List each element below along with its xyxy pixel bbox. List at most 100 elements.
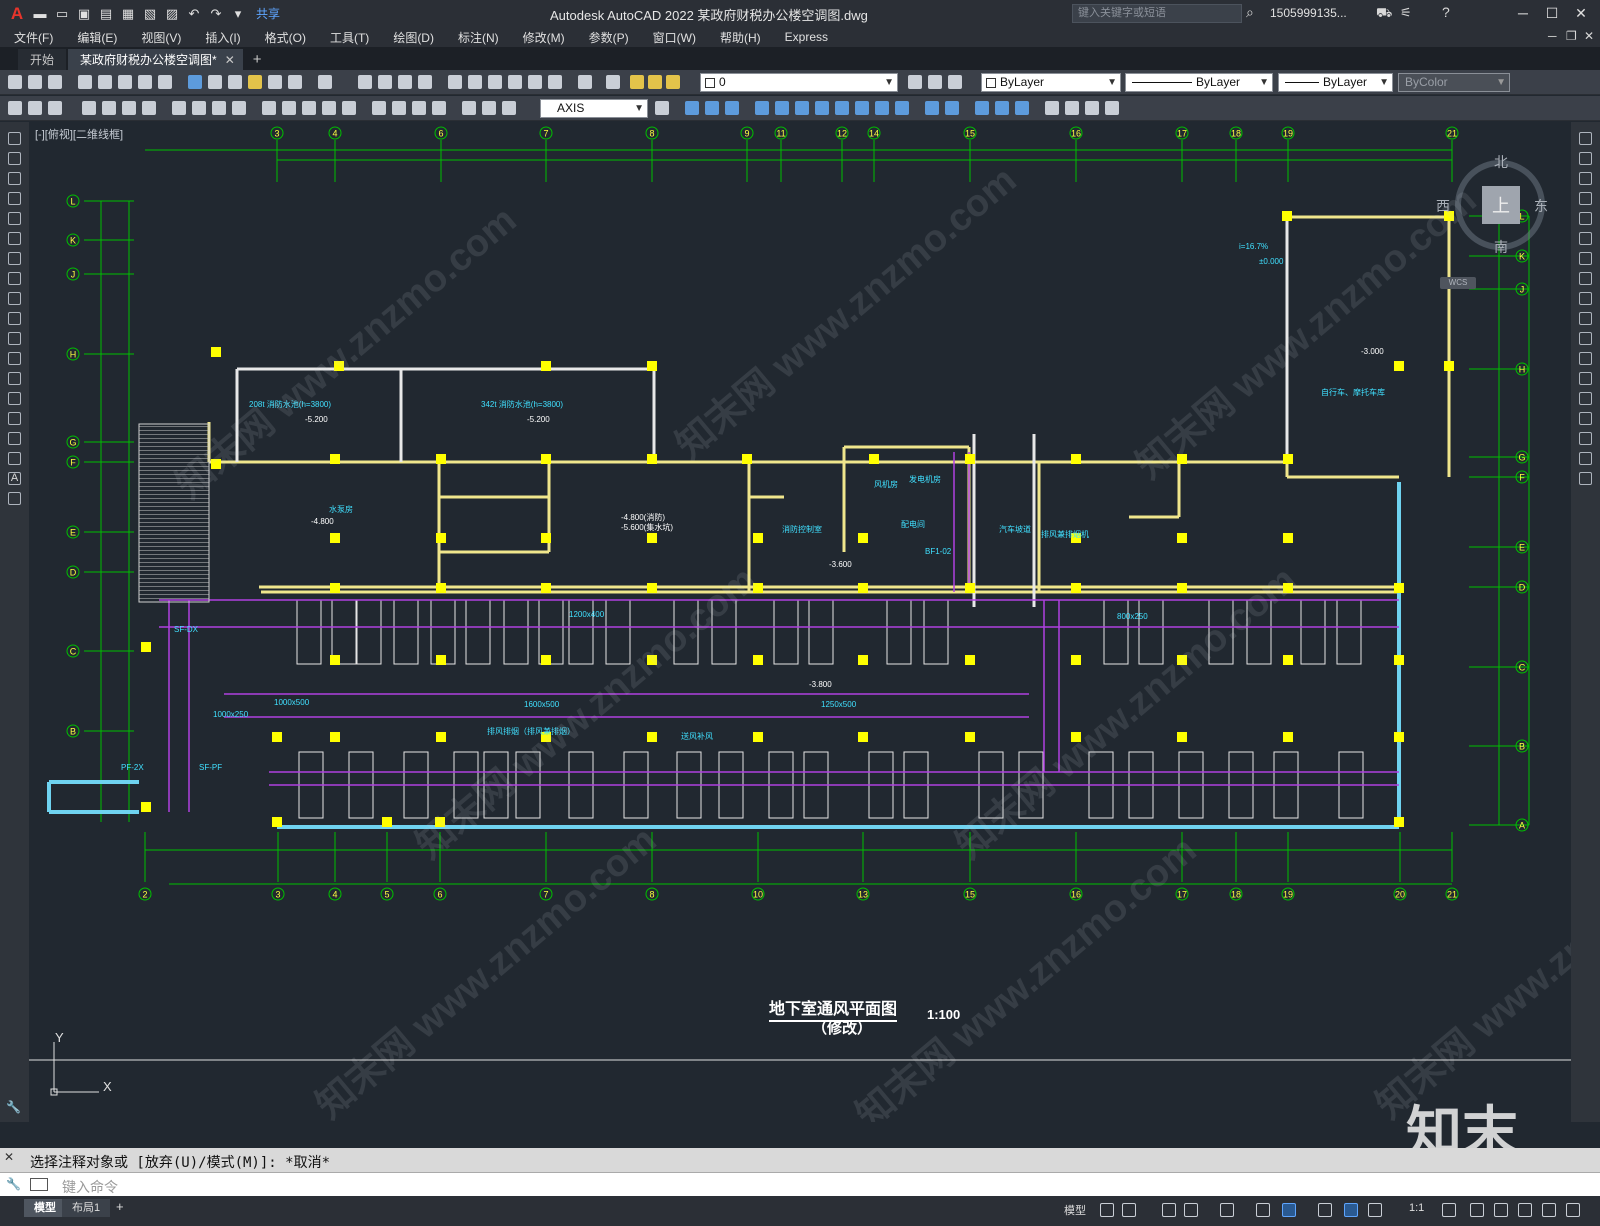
layer-lock-icon[interactable]	[666, 75, 680, 89]
color-dropdown[interactable]: ByLayer ▼	[981, 73, 1121, 92]
match-prop-icon[interactable]	[248, 75, 262, 89]
units-icon[interactable]	[1494, 1203, 1508, 1217]
radius-dim-icon[interactable]	[172, 101, 186, 115]
dwf-icon[interactable]	[138, 75, 152, 89]
fillet-icon[interactable]	[995, 101, 1009, 115]
hatch-icon[interactable]	[8, 101, 22, 115]
preview-icon[interactable]	[98, 75, 112, 89]
auto-scale-icon[interactable]	[1368, 1203, 1382, 1217]
search-input[interactable]: 键入关键字或短语	[1072, 4, 1242, 23]
right-mirror-icon[interactable]	[1579, 172, 1592, 185]
right-join-icon[interactable]	[1579, 392, 1592, 405]
tab-layout1[interactable]: 布局1	[62, 1199, 111, 1217]
offset-icon[interactable]	[755, 101, 769, 115]
rotate-icon[interactable]	[815, 101, 829, 115]
compass-north[interactable]: 北	[1494, 152, 1508, 172]
isodraft-icon[interactable]	[1220, 1203, 1234, 1217]
3d-dwf-icon[interactable]	[158, 75, 172, 89]
tolerance-icon[interactable]	[372, 101, 386, 115]
multiline-text-icon[interactable]: A	[8, 472, 21, 485]
layer-previous-icon[interactable]	[928, 75, 942, 89]
redo-icon[interactable]: ↷	[206, 5, 226, 23]
copy-icon[interactable]	[208, 75, 222, 89]
right-stretch-icon[interactable]	[1579, 292, 1592, 305]
toolbar-undo-icon[interactable]	[288, 75, 302, 89]
right-extend-icon[interactable]	[1579, 332, 1592, 345]
layer-freeze-icon[interactable]	[648, 75, 662, 89]
ortho-icon[interactable]	[1162, 1203, 1176, 1217]
center-mark-icon[interactable]	[392, 101, 406, 115]
print-icon[interactable]: ▨	[162, 5, 182, 23]
block-editor-icon[interactable]	[268, 75, 282, 89]
continue-dim-icon[interactable]	[302, 101, 316, 115]
open-file-icon[interactable]: ▭	[52, 5, 72, 23]
construction-line-icon[interactable]	[8, 152, 21, 165]
right-copy-icon[interactable]	[1579, 152, 1592, 165]
right-offset-icon[interactable]	[1579, 192, 1592, 205]
toolbar-redo-icon[interactable]	[318, 75, 332, 89]
chamfer-icon[interactable]	[975, 101, 989, 115]
plot-icon[interactable]	[78, 75, 92, 89]
right-erase-icon[interactable]	[1579, 132, 1592, 145]
wcs-menu[interactable]: WCS	[1440, 277, 1476, 289]
new-icon[interactable]	[8, 75, 22, 89]
menu-insert[interactable]: 插入(I)	[205, 29, 240, 46]
add-layout-icon[interactable]: +	[116, 1199, 124, 1214]
dim-break-icon[interactable]	[342, 101, 356, 115]
diameter-dim-icon[interactable]	[212, 101, 226, 115]
menu-draw[interactable]: 绘图(D)	[393, 29, 434, 46]
layer-properties-icon[interactable]	[606, 75, 620, 89]
tab-model[interactable]: 模型	[24, 1199, 66, 1217]
trim-icon[interactable]	[875, 101, 889, 115]
layer-on-icon[interactable]	[630, 75, 644, 89]
extend-icon[interactable]	[895, 101, 909, 115]
user-name[interactable]: 1505999135...	[1270, 6, 1347, 20]
draworder-above-icon[interactable]	[1085, 101, 1099, 115]
circle-icon[interactable]	[8, 252, 21, 265]
arc-icon[interactable]	[8, 232, 21, 245]
view-cube[interactable]: 上 北 南 东 西	[1436, 142, 1558, 258]
dim-update-icon[interactable]	[502, 101, 516, 115]
compass-south[interactable]: 南	[1494, 237, 1508, 257]
insert-block-icon[interactable]	[8, 352, 21, 365]
doc-close-icon[interactable]: ✕	[1584, 29, 1594, 43]
osnap-tracking-icon[interactable]	[1256, 1203, 1270, 1217]
grid-icon[interactable]	[1100, 1203, 1114, 1217]
stretch-icon[interactable]	[855, 101, 869, 115]
region-icon[interactable]	[48, 101, 62, 115]
polygon-icon[interactable]	[8, 192, 21, 205]
revcloud-icon[interactable]	[8, 272, 21, 285]
tab-drawing[interactable]: 某政府财税办公楼空调图* ✕	[68, 49, 243, 70]
jogged-dim-icon[interactable]	[192, 101, 206, 115]
right-break-icon[interactable]	[1579, 372, 1592, 385]
make-block-icon[interactable]	[8, 372, 21, 385]
baseline-dim-icon[interactable]	[282, 101, 296, 115]
toolbar-help-icon[interactable]	[578, 75, 592, 89]
zoom-realtime-icon[interactable]	[378, 75, 392, 89]
draworder-under-icon[interactable]	[1105, 101, 1119, 115]
doc-restore-icon[interactable]: ❐	[1566, 29, 1577, 43]
menu-tools[interactable]: 工具(T)	[330, 29, 369, 46]
draworder-front-icon[interactable]	[1045, 101, 1059, 115]
lineweight-dropdown[interactable]: ByLayer ▼	[1278, 73, 1393, 92]
rectangle-icon[interactable]	[8, 212, 21, 225]
maximize-icon[interactable]: ☐	[1541, 2, 1563, 24]
save-icon[interactable]: ▣	[74, 5, 94, 23]
close-tab-icon[interactable]: ✕	[225, 53, 235, 67]
polyline-icon[interactable]	[8, 172, 21, 185]
zoom-window-icon[interactable]	[398, 75, 412, 89]
left-gradient-icon[interactable]	[8, 432, 21, 445]
sheet-set-icon[interactable]	[508, 75, 522, 89]
menu-modify[interactable]: 修改(M)	[523, 29, 565, 46]
move-icon[interactable]	[795, 101, 809, 115]
compass-west[interactable]: 西	[1436, 196, 1450, 216]
share-button[interactable]: 共享	[256, 5, 280, 22]
mirror-icon[interactable]	[725, 101, 739, 115]
menu-file[interactable]: 文件(F)	[14, 29, 53, 46]
break-icon[interactable]	[925, 101, 939, 115]
design-center-icon[interactable]	[468, 75, 482, 89]
right-chamfer-icon[interactable]	[1579, 412, 1592, 425]
layer-dropdown[interactable]: 0 ▼	[700, 73, 898, 92]
recent-commands-icon[interactable]	[30, 1178, 48, 1191]
search-icon[interactable]: ⌕	[1246, 4, 1254, 21]
